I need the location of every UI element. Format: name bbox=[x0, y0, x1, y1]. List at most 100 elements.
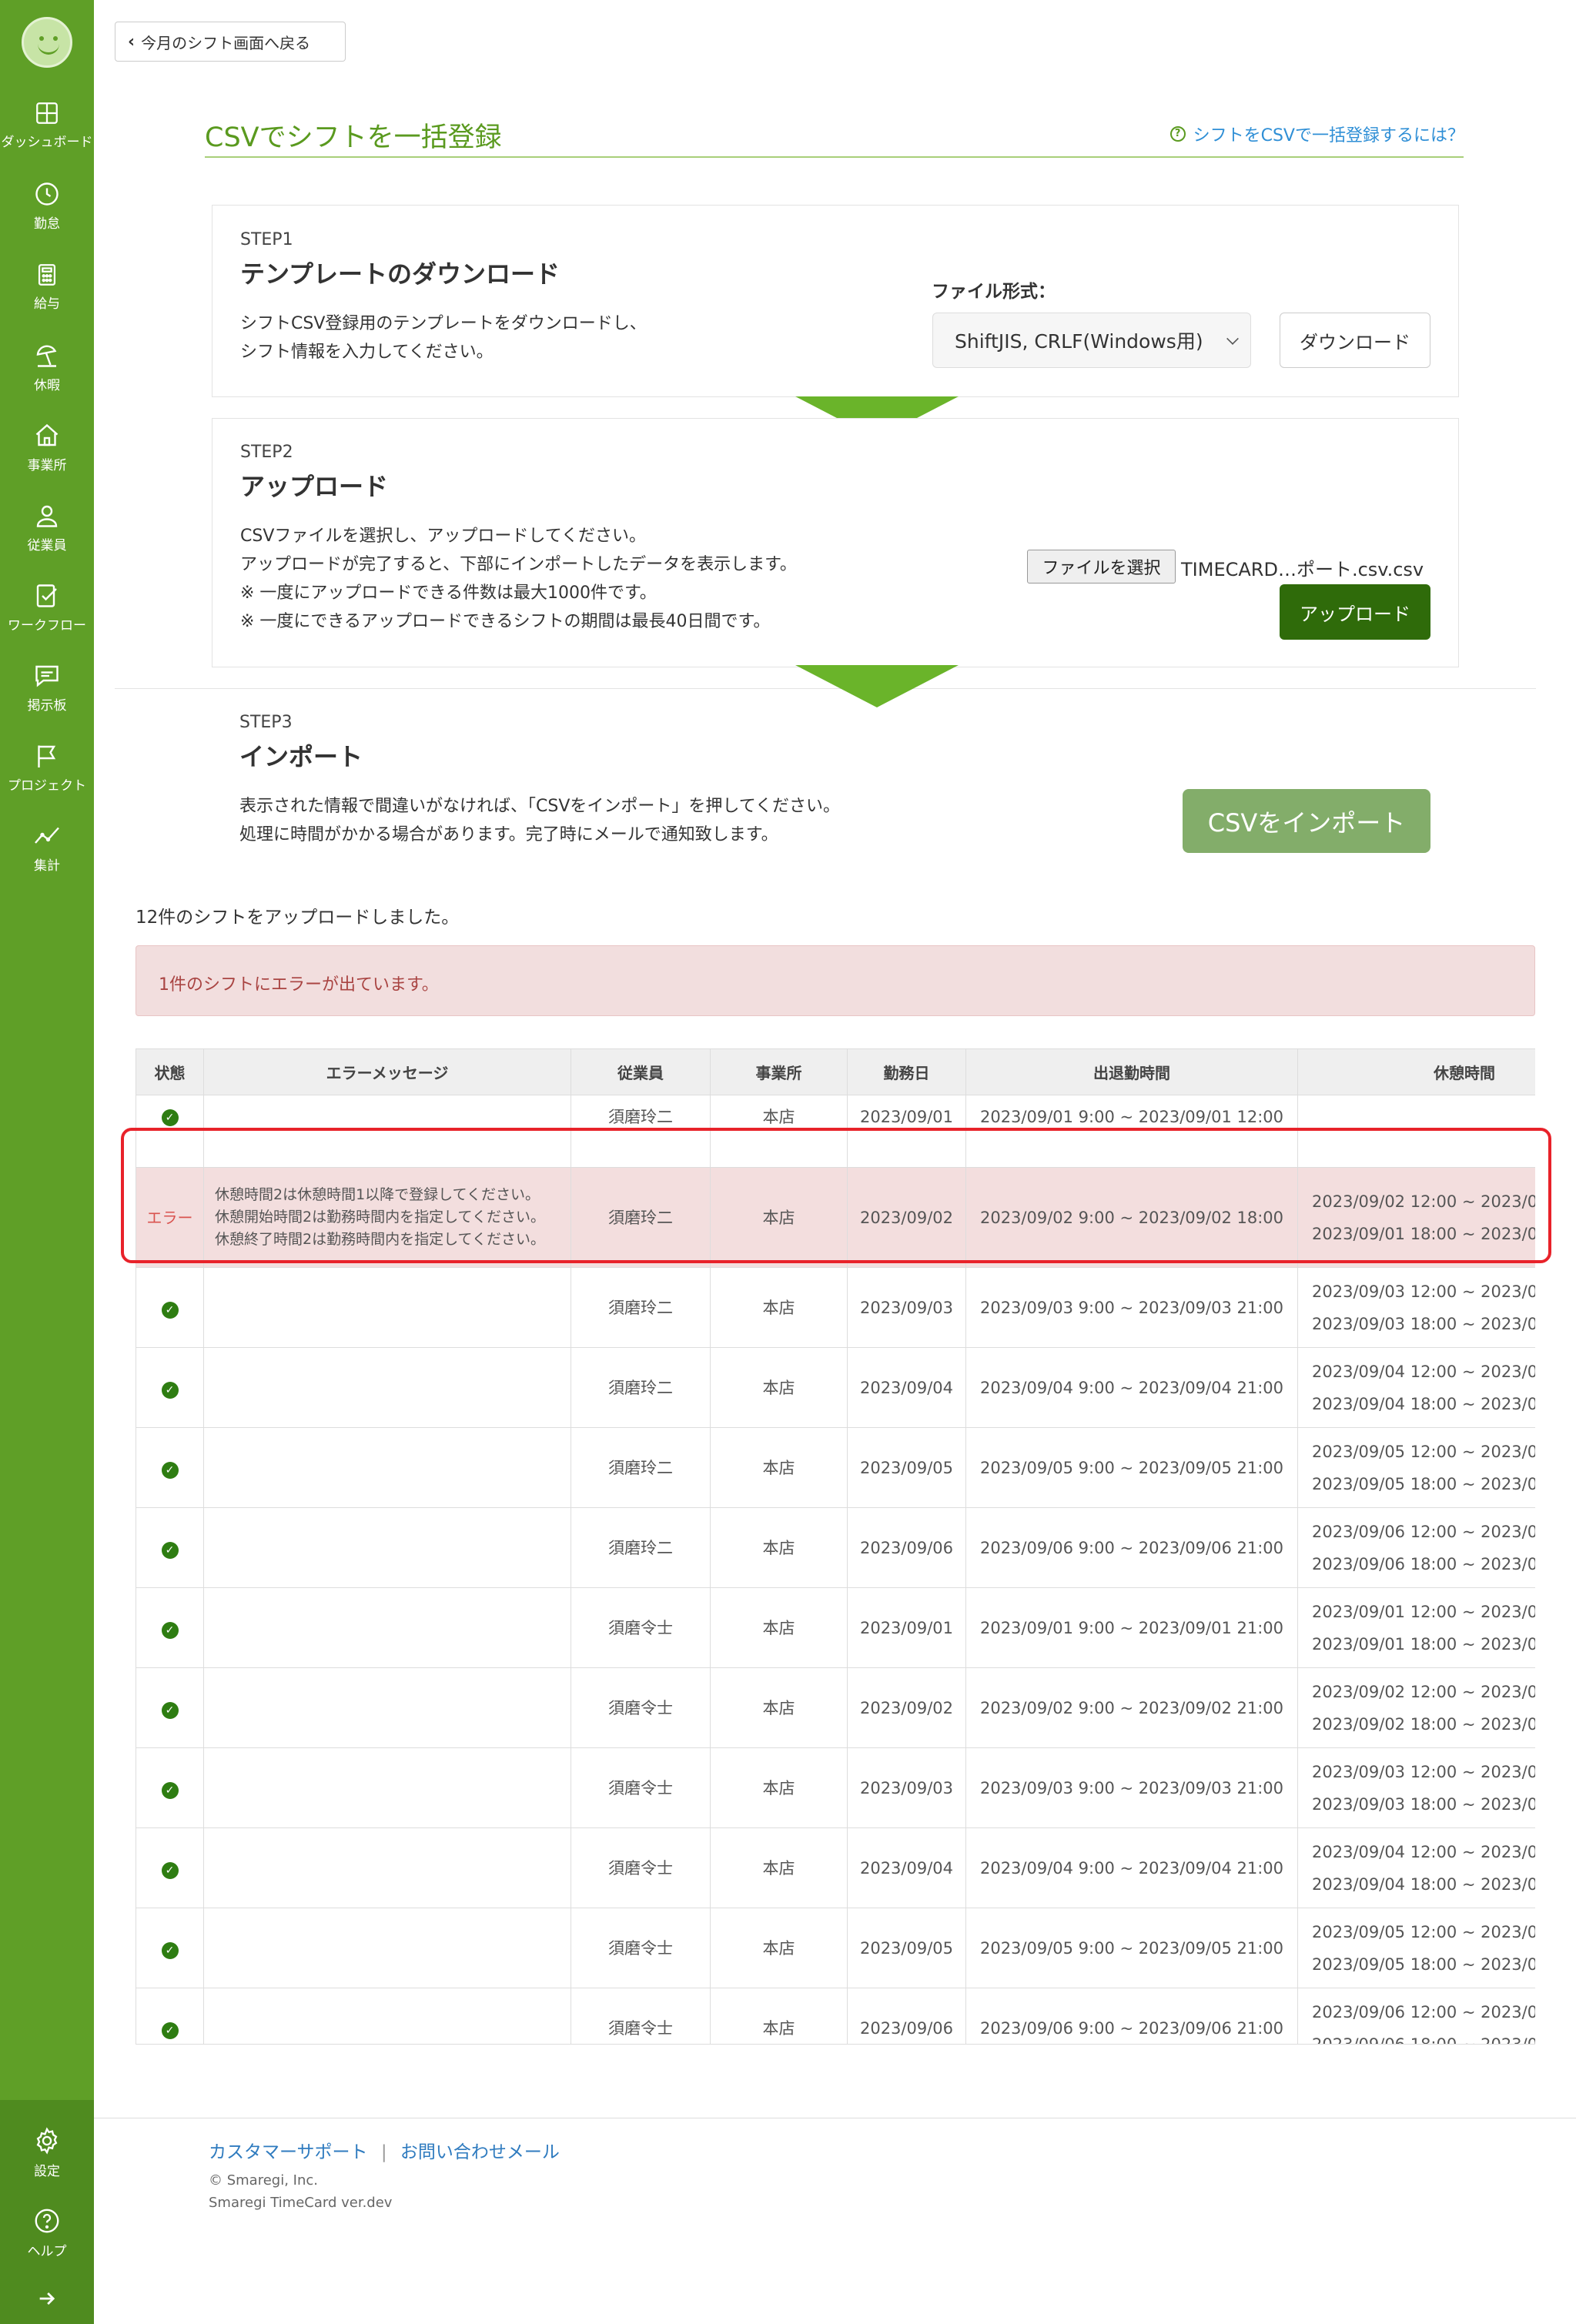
download-button[interactable]: ダウンロード bbox=[1280, 313, 1430, 368]
date-cell: 2023/09/05 bbox=[847, 1908, 966, 1988]
table-row: ✓ 須磨令士 本店 2023/09/02 2023/09/02 9:00 ~ 2023/… bbox=[136, 1667, 1535, 1748]
break-line: 2023/09/05 12:00 ~ 2023/09 bbox=[1312, 1922, 1535, 1941]
sidebar-item-project[interactable]: プロジェクト bbox=[0, 742, 94, 794]
office-cell: 本店 bbox=[710, 1988, 848, 2044]
sidebar-item-dashboard[interactable]: ダッシュボード bbox=[0, 100, 94, 150]
sidebar-item-leave[interactable]: 休暇 bbox=[0, 342, 94, 393]
contact-email-link[interactable]: お問い合わせメール bbox=[400, 2142, 560, 2162]
customer-support-link[interactable]: カスタマーサポート bbox=[209, 2142, 368, 2162]
arrow-right-icon bbox=[39, 2292, 55, 2305]
work-time-cell: 2023/09/05 9:00 ~ 2023/09/05 21:00 bbox=[965, 1908, 1298, 1988]
table-row: ✓ 須磨令士 本店 2023/09/03 2023/09/03 9:00 ~ 2023/… bbox=[136, 1747, 1535, 1828]
desc-line: ※ 一度にアップロードできる件数は最大1000件です。 bbox=[240, 584, 657, 603]
break-line: 2023/09/06 12:00 ~ 2023/09 bbox=[1312, 2002, 1535, 2021]
shift-table-container[interactable]: 状態 エラーメッセージ 従業員 事業所 勤務日 出退勤時間 休憩時間 ✓ 須磨玲… bbox=[136, 1048, 1535, 2045]
choose-file-button[interactable]: ファイルを選択 bbox=[1027, 550, 1176, 584]
footer-links: カスタマーサポート | お問い合わせメール bbox=[209, 2137, 560, 2163]
break-time-cell: 2023/09/06 12:00 ~ 2023/09 2023/09/06 18:… bbox=[1297, 1507, 1535, 1588]
date-cell: 2023/09/03 bbox=[847, 1747, 966, 1828]
error-message-cell bbox=[203, 1827, 571, 1908]
error-message-cell bbox=[203, 1347, 571, 1428]
break-time-cell: 2023/09/02 12:00 ~ 2023/09 2023/09/01 18… bbox=[1297, 1167, 1535, 1268]
date-cell: 2023/09/02 bbox=[847, 1667, 966, 1748]
date-cell: 2023/09/06 bbox=[847, 1507, 966, 1588]
sidebar-item-attendance[interactable]: 勤怠 bbox=[0, 180, 94, 232]
work-time-cell: 2023/09/03 9:00 ~ 2023/09/03 21:00 bbox=[965, 1267, 1298, 1348]
error-message-cell bbox=[203, 1587, 571, 1668]
status-cell: ✓ bbox=[136, 1908, 204, 1988]
status-cell: ✓ bbox=[136, 1507, 204, 1588]
sidebar-item-label: 設定 bbox=[34, 2164, 60, 2179]
status-cell: ✓ bbox=[136, 1747, 204, 1828]
sidebar-item-label: 休暇 bbox=[34, 378, 60, 393]
status-cell: ✓ bbox=[136, 1827, 204, 1908]
check-circle-icon: ✓ bbox=[161, 1301, 179, 1319]
sidebar-item-summary[interactable]: 集計 bbox=[0, 822, 94, 874]
chevron-left-icon: ‹ bbox=[128, 32, 136, 52]
sidebar-item-board[interactable]: 掲示板 bbox=[0, 662, 94, 714]
table-row: ✓ 須磨玲二 本店 2023/09/01 2023/09/01 9:00 ~ 2… bbox=[136, 1095, 1535, 1168]
file-format-select[interactable]: ShiftJIS, CRLF(Windows用) bbox=[932, 313, 1251, 368]
sidebar-collapse-button[interactable] bbox=[0, 2288, 94, 2309]
sidebar: ダッシュボード 勤怠 給与 休暇 事業所 従業員 ワークフロー 掲示板 プロジェ… bbox=[0, 0, 94, 2324]
logo-smiley-icon[interactable] bbox=[22, 17, 72, 68]
work-time-cell: 2023/09/04 9:00 ~ 2023/09/04 21:00 bbox=[965, 1347, 1298, 1428]
sidebar-item-payroll[interactable]: 給与 bbox=[0, 262, 94, 312]
sidebar-item-label: 給与 bbox=[34, 296, 60, 312]
office-cell: 本店 bbox=[710, 1347, 848, 1428]
desc-line: 表示された情報で間違いがなければ、「CSVをインポート」を押してください。 bbox=[239, 797, 841, 816]
office-cell: 本店 bbox=[710, 1827, 848, 1908]
check-circle-icon: ✓ bbox=[161, 1541, 179, 1559]
workflow-icon bbox=[36, 584, 57, 607]
work-time-cell: 2023/09/06 9:00 ~ 2023/09/06 21:00 bbox=[965, 1988, 1298, 2044]
upload-button[interactable]: アップロード bbox=[1280, 584, 1430, 640]
sidebar-item-help[interactable]: ヘルプ bbox=[0, 2206, 94, 2259]
dashboard-icon bbox=[36, 102, 58, 124]
break-line: 2023/09/06 18:00 ~ 2023/09 bbox=[1312, 1554, 1535, 1573]
employee-cell: 須磨玲二 bbox=[571, 1267, 711, 1348]
office-cell: 本店 bbox=[710, 1908, 848, 1988]
column-header: 事業所 bbox=[710, 1048, 848, 1095]
status-cell-error: エラー bbox=[136, 1167, 204, 1268]
back-to-monthly-shift-button[interactable]: ‹ 今月のシフト画面へ戻る bbox=[115, 22, 346, 62]
break-line: 2023/09/03 18:00 ~ 2023/09 bbox=[1312, 1314, 1535, 1333]
help-link[interactable]: ? シフトをCSVで一括登録するには？ bbox=[1169, 122, 1464, 146]
office-cell: 本店 bbox=[710, 1747, 848, 1828]
desc-line: CSVファイルを選択し、アップロードしてください。 bbox=[240, 527, 647, 546]
break-time-cell: 2023/09/03 12:00 ~ 2023/09 2023/09/03 18:… bbox=[1297, 1267, 1535, 1348]
break-line: 2023/09/01 12:00 ~ 2023/09 bbox=[1312, 1602, 1535, 1621]
table-row: ✓ 須磨令士 本店 2023/09/06 2023/09/06 9:00 ~ 2023/… bbox=[136, 1988, 1535, 2044]
step1-description: シフトCSV登録用のテンプレートをダウンロードし、 シフト情報を入力してください… bbox=[240, 309, 647, 366]
break-line: 2023/09/01 18:00 ~ 2023/09 bbox=[1312, 1224, 1535, 1243]
sidebar-item-workflow[interactable]: ワークフロー bbox=[0, 582, 94, 634]
step3-heading: インポート bbox=[239, 742, 363, 771]
office-cell: 本店 bbox=[710, 1587, 848, 1668]
table-header-row: 状態 エラーメッセージ 従業員 事業所 勤務日 出退勤時間 休憩時間 bbox=[136, 1048, 1535, 1095]
date-cell: 2023/09/02 bbox=[847, 1167, 966, 1268]
sidebar-item-employees[interactable]: 従業員 bbox=[0, 502, 94, 553]
column-header: エラーメッセージ bbox=[203, 1048, 571, 1095]
break-line: 2023/09/05 12:00 ~ 2023/09 bbox=[1312, 1442, 1535, 1461]
upload-result-message: 12件のシフトをアップロードしました。 bbox=[136, 908, 460, 928]
date-cell: 2023/09/01 bbox=[847, 1587, 966, 1668]
error-message-line: 休憩開始時間2は勤務時間内を指定してください。 bbox=[215, 1209, 545, 1226]
status-cell: ✓ bbox=[136, 1347, 204, 1428]
employee-cell: 須磨玲二 bbox=[571, 1095, 711, 1168]
break-time-cell: 2023/09/05 12:00 ~ 2023/09 2023/09/05 18:… bbox=[1297, 1908, 1535, 1988]
break-time-cell: 2023/09/03 12:00 ~ 2023/09 2023/09/03 18:… bbox=[1297, 1747, 1535, 1828]
break-time-cell: 2023/09/01 12:00 ~ 2023/09 2023/09/01 18:… bbox=[1297, 1587, 1535, 1668]
break-line: 2023/09/03 12:00 ~ 2023/09 bbox=[1312, 1282, 1535, 1301]
work-time-cell: 2023/09/03 9:00 ~ 2023/09/03 21:00 bbox=[965, 1747, 1298, 1828]
office-cell: 本店 bbox=[710, 1095, 848, 1168]
sidebar-item-settings[interactable]: 設定 bbox=[0, 2126, 94, 2179]
sidebar-item-office[interactable]: 事業所 bbox=[0, 422, 94, 473]
version-text: Smaregi TimeCard ver.dev bbox=[209, 2195, 393, 2211]
import-csv-button[interactable]: CSVをインポート bbox=[1183, 789, 1430, 853]
step3-description: 表示された情報で間違いがなければ、「CSVをインポート」を押してください。 処理… bbox=[239, 792, 840, 849]
break-line: 2023/09/01 18:00 ~ 2023/09 bbox=[1312, 1634, 1535, 1654]
file-format-label: ファイル形式： bbox=[932, 282, 1056, 302]
break-time-cell: 2023/09/04 12:00 ~ 2023/09 2023/09/04 18:… bbox=[1297, 1827, 1535, 1908]
error-message-cell bbox=[203, 1667, 571, 1748]
check-circle-icon: ✓ bbox=[161, 1381, 179, 1399]
date-cell: 2023/09/01 bbox=[847, 1095, 966, 1168]
